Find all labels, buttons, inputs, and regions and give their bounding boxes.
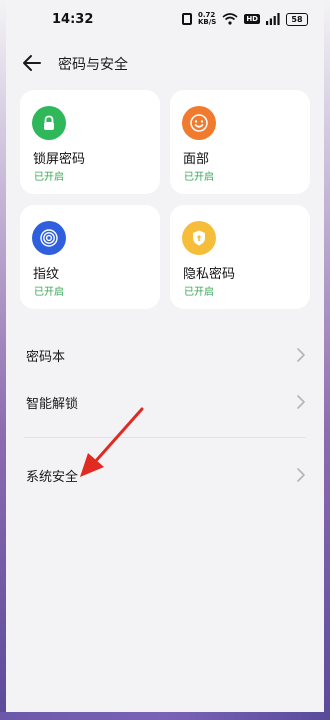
card-status: 已开启 bbox=[184, 287, 214, 298]
back-arrow-icon[interactable] bbox=[22, 54, 42, 72]
screen-edge-bottom bbox=[0, 712, 330, 720]
divider bbox=[24, 437, 306, 438]
status-bar: 14:32 0.72 KB/S HD 58 bbox=[0, 0, 330, 40]
page-title: 密码与安全 bbox=[58, 57, 128, 73]
chevron-right-icon bbox=[297, 468, 305, 482]
annotation-arrow-icon bbox=[80, 407, 144, 477]
list-item-system-security[interactable]: 系统安全 bbox=[24, 454, 306, 498]
screen: 14:32 0.72 KB/S HD 58 密码与安全 锁屏密码 已开启 面部 … bbox=[0, 0, 330, 720]
card-status: 已开启 bbox=[34, 287, 64, 298]
card-title: 面部 bbox=[183, 152, 210, 167]
status-time: 14:32 bbox=[52, 12, 94, 27]
card-face[interactable]: 面部 已开启 bbox=[170, 90, 310, 194]
wifi-icon bbox=[222, 13, 238, 25]
status-icons: 0.72 KB/S HD 58 bbox=[181, 12, 308, 26]
nfc-icon bbox=[181, 13, 192, 25]
card-status: 已开启 bbox=[184, 172, 214, 183]
battery-indicator: 58 bbox=[286, 12, 308, 26]
lock-icon bbox=[32, 106, 66, 140]
signal-icon bbox=[266, 13, 280, 25]
header: 密码与安全 bbox=[0, 48, 330, 80]
screen-edge-right bbox=[324, 0, 330, 720]
list-item-password-book[interactable]: 密码本 bbox=[24, 334, 306, 378]
list-item-smart-unlock[interactable]: 智能解锁 bbox=[24, 381, 306, 425]
card-title: 指纹 bbox=[33, 267, 60, 282]
fingerprint-icon bbox=[32, 221, 66, 255]
list-item-label: 密码本 bbox=[26, 350, 66, 365]
card-privacy-password[interactable]: 隐私密码 已开启 bbox=[170, 205, 310, 309]
card-status: 已开启 bbox=[34, 172, 64, 183]
card-title: 锁屏密码 bbox=[33, 152, 86, 167]
network-speed-unit: KB/S bbox=[197, 18, 217, 26]
card-fingerprint[interactable]: 指纹 已开启 bbox=[20, 205, 160, 309]
hd-icon: HD bbox=[244, 14, 260, 24]
card-lock-screen-password[interactable]: 锁屏密码 已开启 bbox=[20, 90, 160, 194]
card-title: 隐私密码 bbox=[183, 267, 236, 282]
shield-icon bbox=[182, 221, 216, 255]
network-speed: 0.72 KB/S bbox=[198, 12, 216, 26]
face-icon bbox=[182, 106, 216, 140]
chevron-right-icon bbox=[297, 395, 305, 409]
screen-edge-left bbox=[0, 0, 6, 720]
chevron-right-icon bbox=[297, 348, 305, 362]
